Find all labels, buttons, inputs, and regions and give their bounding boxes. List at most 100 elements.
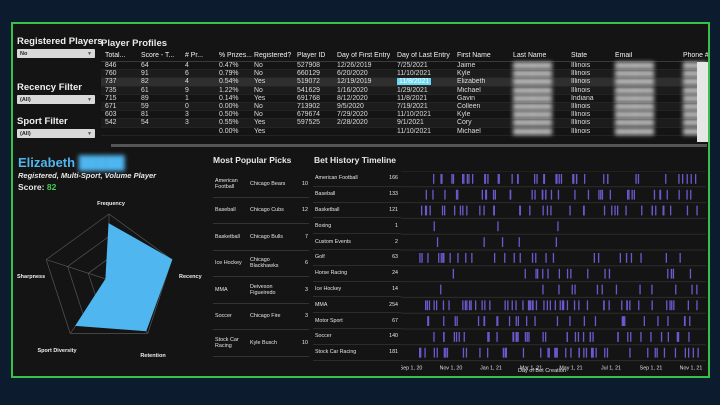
- x-tick-label: Nov 1, 20: [440, 366, 463, 371]
- table-row[interactable]: 715 89 1 0.14% Yes 691768 8/12/2020 11/8/2021 Ga…: [101, 94, 707, 103]
- column-header[interactable]: # Pr...: [185, 52, 203, 59]
- table-cell: 715: [105, 94, 117, 102]
- timeline-row[interactable]: Motor Sport 67: [313, 313, 401, 329]
- bet-mark: [653, 189, 656, 200]
- timeline-count: 24: [392, 270, 398, 277]
- timeline-row[interactable]: Boxing 1: [313, 218, 401, 235]
- column-header[interactable]: Phone #: [683, 52, 708, 59]
- timeline-count: 1: [395, 222, 398, 229]
- table-cell: 82: [141, 78, 149, 86]
- pick-row[interactable]: Ice Hockey Chicago Blackhawks 6: [213, 251, 309, 277]
- player-score: Score: 82: [18, 182, 56, 192]
- pick-row[interactable]: Basketball Chicago Bulls 7: [213, 224, 309, 251]
- bet-mark: [615, 284, 618, 295]
- table-row[interactable]: 735 61 9 1.22% No 541629 1/16/2020 1/29/2021 Mic…: [101, 86, 707, 95]
- timeline-row[interactable]: Ice Hockey 14: [313, 282, 401, 298]
- pick-sport: American Football: [215, 177, 238, 190]
- bet-mark: [655, 205, 657, 216]
- column-header[interactable]: Day of Last Entry: [397, 52, 450, 59]
- bet-mark: [453, 332, 455, 342]
- table-cell: 760: [105, 70, 117, 78]
- timeline-row[interactable]: Soccer 140: [313, 329, 401, 345]
- pick-row[interactable]: Baseball Chicago Cubs 12: [213, 198, 309, 224]
- table-row[interactable]: 846 64 4 0.47% No 527908 12/26/2019 7/25/2021 Ja…: [101, 62, 707, 71]
- table-cell: 737: [105, 78, 117, 86]
- pick-name: Kyle Busch: [250, 339, 277, 346]
- bet-mark: [438, 253, 440, 263]
- bet-mark: [487, 347, 489, 358]
- column-header[interactable]: Registered?: [254, 52, 291, 59]
- pick-row[interactable]: Stock Car Racing Kyle Busch 10: [213, 330, 309, 357]
- column-header[interactable]: First Name: [457, 52, 491, 59]
- timeline-count: 181: [389, 349, 398, 356]
- redacted-cell: ████████: [615, 78, 655, 86]
- redacted-cell: ████████: [615, 86, 655, 94]
- registered-dropdown[interactable]: No ▼: [17, 49, 95, 58]
- table-vertical-scrollbar[interactable]: [697, 62, 708, 142]
- pick-row[interactable]: MMA Deiveson Figueiredo 3: [213, 277, 309, 304]
- column-header[interactable]: % Prizes...: [219, 52, 252, 59]
- table-row[interactable]: 737 82 4 0.54% Yes 519072 12/19/2019 11/8/2021 E…: [101, 78, 707, 87]
- bet-mark: [428, 300, 431, 311]
- column-header[interactable]: Player ID: [297, 52, 325, 59]
- timeline-row[interactable]: Horse Racing 24: [313, 266, 401, 282]
- recency-dropdown[interactable]: (All) ▼: [17, 95, 95, 104]
- timeline-row[interactable]: American Football 166: [313, 171, 401, 187]
- bet-mark: [484, 174, 486, 184]
- bet-mark: [627, 189, 629, 200]
- bet-mark: [695, 174, 697, 184]
- dropdown-value: No: [20, 50, 28, 57]
- timeline-row[interactable]: Golf 63: [313, 250, 401, 266]
- radar-label-recency: Recency: [179, 274, 203, 280]
- timeline-row[interactable]: Stock Car Racing 181: [313, 345, 401, 361]
- pick-row[interactable]: American Football Chicago Bears 10: [213, 171, 309, 198]
- bet-mark: [637, 174, 640, 184]
- timeline-title: Bet History Timeline: [314, 155, 397, 165]
- table-row[interactable]: 542 54 3 0.55% Yes 597525 2/28/2020 9/1/2021 Cor…: [101, 119, 707, 128]
- bet-mark: [596, 284, 599, 295]
- bet-mark: [603, 300, 605, 311]
- column-header[interactable]: Day of First Entry: [337, 52, 390, 59]
- sport-dropdown[interactable]: (All) ▼: [17, 129, 95, 138]
- filter-sport: Sport Filter (All) ▼: [17, 116, 101, 138]
- bet-mark: [421, 253, 423, 263]
- table-row[interactable]: 603 81 3 0.50% No 679674 7/29/2020 11/10/2021 Ky…: [101, 111, 707, 120]
- column-header[interactable]: Score - T...: [141, 52, 174, 59]
- bet-mark: [626, 300, 628, 311]
- redacted-cell: ████████: [615, 119, 655, 127]
- table-row[interactable]: 0.00% Yes 11/10/2021 Michael ████████ Illinoi…: [101, 128, 707, 136]
- bet-mark: [690, 189, 692, 200]
- bet-mark: [532, 300, 534, 311]
- pick-count: 3: [305, 313, 308, 320]
- timeline-row[interactable]: Basketball 121: [313, 203, 401, 219]
- table-cell: Yes: [254, 78, 266, 86]
- column-header[interactable]: Email: [615, 52, 632, 59]
- table-cell: No: [254, 70, 263, 78]
- timeline-row[interactable]: Baseball 133: [313, 187, 401, 203]
- table-cell: 2/28/2020: [337, 119, 368, 127]
- bet-mark: [571, 284, 573, 295]
- timeline-row[interactable]: MMA 254: [313, 297, 401, 314]
- bet-mark: [583, 316, 585, 326]
- column-header[interactable]: Last Name: [513, 52, 546, 59]
- bet-mark: [560, 174, 563, 184]
- pick-row[interactable]: Soccer Chicago Fire 3: [213, 304, 309, 330]
- bet-mark: [583, 205, 585, 216]
- bet-mark: [566, 300, 569, 311]
- bet-mark: [595, 347, 597, 358]
- bet-mark: [528, 332, 530, 342]
- bet-mark: [647, 347, 649, 358]
- column-header[interactable]: State: [571, 52, 587, 59]
- bet-mark: [425, 189, 427, 200]
- pick-count: 7: [305, 233, 308, 240]
- table-cell: 735: [105, 86, 117, 94]
- timeline-row[interactable]: Custom Events 2: [313, 234, 401, 250]
- table-row[interactable]: 671 59 0 0.00% No 713902 9/5/2020 7/19/2021 Coll…: [101, 102, 707, 112]
- bet-mark: [465, 253, 467, 263]
- bet-mark: [686, 205, 689, 216]
- table-horizontal-scrollbar[interactable]: [111, 144, 707, 147]
- table-cell: 3: [185, 111, 189, 119]
- table-row[interactable]: 760 91 6 0.79% No 660129 6/20/2020 11/10/2021 Ky…: [101, 70, 707, 79]
- column-header[interactable]: Total...: [105, 52, 125, 59]
- table-cell: Michael: [457, 86, 481, 94]
